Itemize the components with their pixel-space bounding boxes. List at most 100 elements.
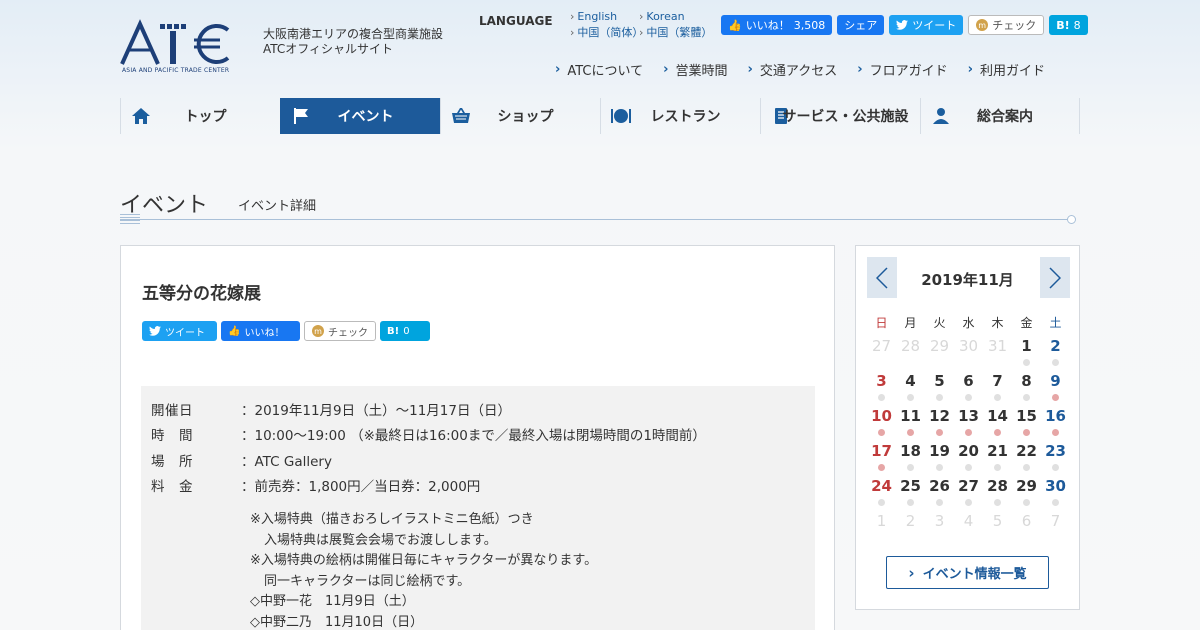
calendar-day[interactable]: 5 <box>925 369 954 404</box>
calendar-day-number: 27 <box>871 337 892 355</box>
calendar-day-number: 1 <box>1021 337 1032 355</box>
calendar-day[interactable]: 10 <box>867 404 896 439</box>
share-label: シェア <box>844 19 878 32</box>
calendar-day[interactable]: 16 <box>1041 404 1070 439</box>
calendar-day-outside: 29 <box>925 334 954 369</box>
no-event-dot <box>1052 464 1059 471</box>
calendar-day[interactable]: 13 <box>954 404 983 439</box>
calendar-day[interactable]: 7 <box>983 369 1012 404</box>
util-link-access[interactable]: › 交通アクセス <box>748 60 838 79</box>
language-english-link[interactable]: English <box>570 10 639 23</box>
nav-item-shop[interactable]: ショップ <box>440 98 600 134</box>
calendar-day[interactable]: 24 <box>867 474 896 509</box>
like-count: 3,508 <box>793 18 826 32</box>
calendar-weekday: 土 <box>1049 316 1062 330</box>
global-nav: トップ イベント ショップ レストラン サービス・公共施設 総合案内 <box>120 98 1080 134</box>
no-event-dot <box>994 394 1001 401</box>
util-link-usage-guide[interactable]: › 利用ガイド <box>968 60 1045 79</box>
calendar-day[interactable]: 14 <box>983 404 1012 439</box>
no-event-dot <box>1023 499 1030 506</box>
calendar-day-number: 4 <box>963 512 974 530</box>
calendar-day[interactable]: 11 <box>896 404 925 439</box>
tweet-label: ツイート <box>165 327 205 339</box>
event-like-button[interactable]: 👍 いいね！ <box>221 321 300 341</box>
calendar-next-button[interactable] <box>1040 257 1070 298</box>
calendar-day-number: 29 <box>929 337 950 355</box>
no-event-dot <box>994 499 1001 506</box>
event-list-button[interactable]: › イベント情報一覧 <box>886 556 1049 589</box>
tweet-button[interactable]: ツイート <box>889 15 964 35</box>
facebook-like-button[interactable]: 👍 いいね！ 3,508 <box>721 15 833 35</box>
info-label: 開催日 <box>151 402 193 419</box>
event-tweet-button[interactable]: ツイート <box>142 321 217 341</box>
event-hatena-bookmark-button[interactable]: B! 0 <box>380 321 430 341</box>
info-value: ：ATC Gallery <box>241 453 332 470</box>
util-link-about[interactable]: › ATCについて <box>555 60 643 79</box>
nav-label: サービス・公共施設 <box>782 109 909 125</box>
calendar-day-number: 30 <box>1045 477 1066 495</box>
calendar-day-outside: 27 <box>867 334 896 369</box>
calendar-day[interactable]: 23 <box>1041 439 1070 474</box>
thumbs-up-icon: 👍 <box>228 325 241 337</box>
no-event-dot <box>907 394 914 401</box>
nav-item-restaurant[interactable]: レストラン <box>600 98 760 134</box>
calendar-day[interactable]: 27 <box>954 474 983 509</box>
nav-item-event[interactable]: イベント <box>280 98 440 134</box>
calendar-day[interactable]: 2 <box>1041 334 1070 369</box>
event-mixi-check-button[interactable]: m チェック <box>304 321 376 341</box>
calendar-day-number: 3 <box>934 512 945 530</box>
title-divider-stripes <box>120 214 140 225</box>
logo-subtitle: ASIA AND PACIFIC TRADE CENTER <box>122 67 230 74</box>
note-line: ◇中野二乃 11月10日（日） <box>250 614 424 630</box>
calendar-day[interactable]: 22 <box>1012 439 1041 474</box>
nav-item-information[interactable]: 総合案内 <box>920 98 1080 134</box>
calendar-day-outside: 4 <box>954 509 983 544</box>
calendar-day[interactable]: 28 <box>983 474 1012 509</box>
calendar-day[interactable]: 25 <box>896 474 925 509</box>
calendar-day[interactable]: 21 <box>983 439 1012 474</box>
event-marker-dot <box>1052 429 1059 436</box>
nav-item-services[interactable]: サービス・公共施設 <box>760 98 920 134</box>
calendar-day-number: 18 <box>900 442 921 460</box>
util-link-floor-guide[interactable]: › フロアガイド <box>857 60 947 79</box>
calendar-day[interactable]: 6 <box>954 369 983 404</box>
calendar-day[interactable]: 17 <box>867 439 896 474</box>
language-chinese-simplified-link[interactable]: 中国（简体） <box>570 24 643 40</box>
calendar-day[interactable]: 26 <box>925 474 954 509</box>
hatena-label: B! <box>1056 18 1070 32</box>
calendar-day[interactable]: 18 <box>896 439 925 474</box>
calendar-day[interactable]: 19 <box>925 439 954 474</box>
event-marker-dot <box>907 429 914 436</box>
calendar-day[interactable]: 15 <box>1012 404 1041 439</box>
event-info-box: 開催日 ：2019年11月9日（土）～11月17日（日） 時 間 ：10:00～… <box>141 386 815 630</box>
calendar-day[interactable]: 29 <box>1012 474 1041 509</box>
title-divider-dot <box>1067 215 1076 224</box>
event-marker-dot <box>1052 394 1059 401</box>
calendar-day[interactable]: 9 <box>1041 369 1070 404</box>
util-link-label: 利用ガイド <box>979 64 1045 79</box>
info-value: ：10:00～19:00 （※最終日は16:00まで／最終入場は閉場時間の1時間… <box>241 428 706 445</box>
facebook-share-button[interactable]: シェア <box>837 15 885 35</box>
calendar-day[interactable]: 4 <box>896 369 925 404</box>
language-korean-link[interactable]: Korean <box>639 10 714 23</box>
util-link-hours[interactable]: › 営業時間 <box>663 60 727 79</box>
language-chinese-traditional-link[interactable]: 中国（繁體） <box>639 24 714 40</box>
nav-item-top[interactable]: トップ <box>120 98 280 134</box>
hatena-bookmark-button[interactable]: B! 8 <box>1049 15 1088 35</box>
calendar-day[interactable]: 1 <box>1012 334 1041 369</box>
mixi-check-button[interactable]: m チェック <box>968 15 1045 35</box>
calendar-day-number: 6 <box>1021 512 1032 530</box>
no-event-dot <box>907 464 914 471</box>
calendar-day[interactable]: 3 <box>867 369 896 404</box>
hatena-count: 0 <box>403 325 410 337</box>
event-detail-card: 五等分の花嫁展 ツイート 👍 いいね！ m チェック B! 0 開催日 ：201… <box>120 245 835 630</box>
calendar-day[interactable]: 12 <box>925 404 954 439</box>
thumbs-up-icon: 👍 <box>728 18 742 32</box>
calendar-day[interactable]: 20 <box>954 439 983 474</box>
calendar-day-number: 11 <box>900 407 921 425</box>
note-line: ※入場特典（描きおろしイラストミニ色紙）つき <box>250 512 534 527</box>
calendar-day-number: 9 <box>1050 372 1061 390</box>
calendar-weekday: 月 <box>904 316 917 330</box>
calendar-day[interactable]: 8 <box>1012 369 1041 404</box>
calendar-day[interactable]: 30 <box>1041 474 1070 509</box>
